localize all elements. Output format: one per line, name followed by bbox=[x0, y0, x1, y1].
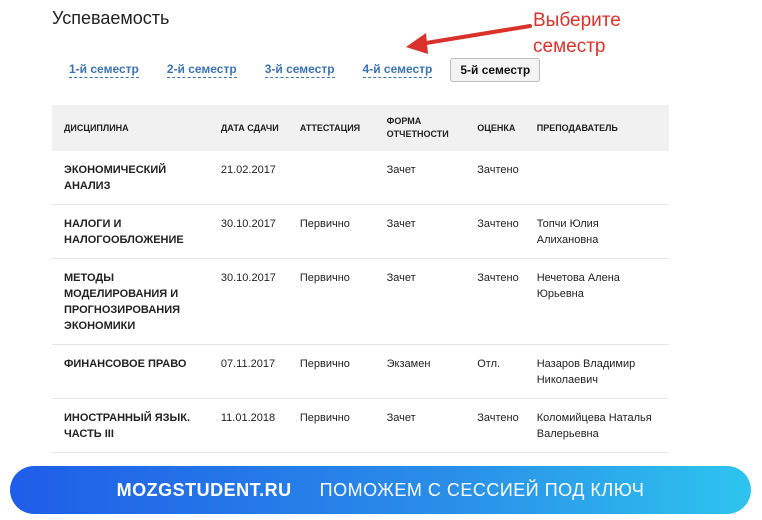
cell-attestation bbox=[293, 151, 381, 205]
table-row: ИНОСТРАННЫЙ ЯЗЫК. ЧАСТЬ III 11.01.2018 П… bbox=[52, 398, 669, 453]
cell-grade: Зачтено bbox=[471, 204, 531, 259]
cell-discipline: НАЛОГИ И НАЛОГООБЛОЖЕНИЕ bbox=[52, 204, 215, 259]
cell-attestation: Первично bbox=[293, 204, 381, 259]
header-grade: ОЦЕНКА bbox=[477, 122, 516, 133]
tab-semester-2[interactable]: 2-й семестр bbox=[166, 62, 237, 78]
cell-attestation: Первично bbox=[293, 258, 381, 345]
cell-date: 30.10.2017 bbox=[214, 258, 294, 345]
page-title: Успеваемость bbox=[52, 8, 170, 28]
cell-grade: Отл. bbox=[471, 344, 531, 399]
page: Успеваемость Выберите семестр 1-й семест… bbox=[0, 0, 762, 520]
cell-form: Зачет bbox=[380, 204, 472, 259]
hint-line-1: Выберите bbox=[533, 10, 621, 31]
cell-attestation: Первично bbox=[293, 344, 381, 399]
grades-table: ДИСЦИПЛИНА ДАТА СДАЧИ АТТЕСТАЦИЯ ФОРМА О… bbox=[52, 105, 669, 507]
cell-grade: Зачтено bbox=[471, 398, 531, 453]
cell-date: 21.02.2017 bbox=[214, 151, 294, 205]
cell-date: 30.10.2017 bbox=[214, 204, 294, 259]
cell-form: Зачет bbox=[380, 151, 472, 205]
cell-teacher: Коломийцева Наталья Валерьевна bbox=[530, 398, 669, 453]
cell-attestation: Первично bbox=[293, 398, 381, 453]
cell-discipline: ЭКОНОМИЧЕСКИЙ АНАЛИЗ bbox=[52, 151, 215, 205]
tab-semester-5[interactable]: 5-й семестр bbox=[450, 58, 541, 82]
header-date: ДАТА СДАЧИ bbox=[220, 122, 279, 133]
header-teacher: ПРЕПОДАВАТЕЛЬ bbox=[536, 122, 618, 133]
tab-semester-4[interactable]: 4-й семестр bbox=[362, 62, 433, 78]
cell-date: 07.11.2017 bbox=[214, 344, 294, 399]
cell-form: Зачет bbox=[380, 258, 472, 345]
cell-form: Экзамен bbox=[380, 344, 472, 399]
cell-teacher: Нечетова Алена Юрьевна bbox=[530, 258, 669, 345]
banner-brand: MOZGSTUDENT.RU bbox=[116, 479, 292, 500]
tab-semester-1[interactable]: 1-й семестр bbox=[69, 62, 139, 78]
tab-semester-3[interactable]: 3-й семестр bbox=[264, 62, 335, 78]
table-row: МЕТОДЫ МОДЕЛИРОВАНИЯ И ПРОГНОЗИРОВАНИЯ Э… bbox=[52, 258, 669, 345]
cell-grade: Зачтено bbox=[471, 151, 531, 205]
hint-annotation: Выберите семестр bbox=[533, 8, 621, 60]
header-form: ФОРМА ОТЧЕТНОСТИ bbox=[386, 116, 449, 139]
cell-teacher bbox=[530, 151, 669, 205]
cell-grade: Зачтено bbox=[471, 258, 531, 345]
semester-tabs: 1-й семестр 2-й семестр 3-й семестр 4-й … bbox=[62, 57, 541, 83]
hint-line-2: семестр bbox=[533, 36, 606, 57]
cell-discipline: ФИНАНСОВОЕ ПРАВО bbox=[52, 344, 215, 399]
cell-discipline: МЕТОДЫ МОДЕЛИРОВАНИЯ И ПРОГНОЗИРОВАНИЯ Э… bbox=[52, 258, 215, 345]
table-row: НАЛОГИ И НАЛОГООБЛОЖЕНИЕ 30.10.2017 Перв… bbox=[52, 204, 669, 259]
table-row: ЭКОНОМИЧЕСКИЙ АНАЛИЗ 21.02.2017 Зачет За… bbox=[52, 151, 669, 205]
table-row: ФИНАНСОВОЕ ПРАВО 07.11.2017 Первично Экз… bbox=[52, 344, 669, 399]
header-discipline: ДИСЦИПЛИНА bbox=[64, 122, 129, 133]
banner-slogan: ПОМОЖЕМ С СЕССИЕЙ ПОД КЛЮЧ bbox=[319, 479, 645, 500]
cell-form: Зачет bbox=[380, 398, 472, 453]
cell-discipline: ИНОСТРАННЫЙ ЯЗЫК. ЧАСТЬ III bbox=[52, 398, 215, 453]
header-attestation: АТТЕСТАЦИЯ bbox=[299, 122, 361, 133]
promo-banner[interactable]: MOZGSTUDENT.RU ПОМОЖЕМ С СЕССИЕЙ ПОД КЛЮ… bbox=[10, 466, 751, 514]
cell-teacher: Топчи Юлия Алихановна bbox=[530, 204, 669, 259]
cell-teacher: Назаров Владимир Николаевич bbox=[530, 344, 669, 399]
table-header-row: ДИСЦИПЛИНА ДАТА СДАЧИ АТТЕСТАЦИЯ ФОРМА О… bbox=[52, 105, 669, 151]
cell-date: 11.01.2018 bbox=[214, 398, 294, 453]
